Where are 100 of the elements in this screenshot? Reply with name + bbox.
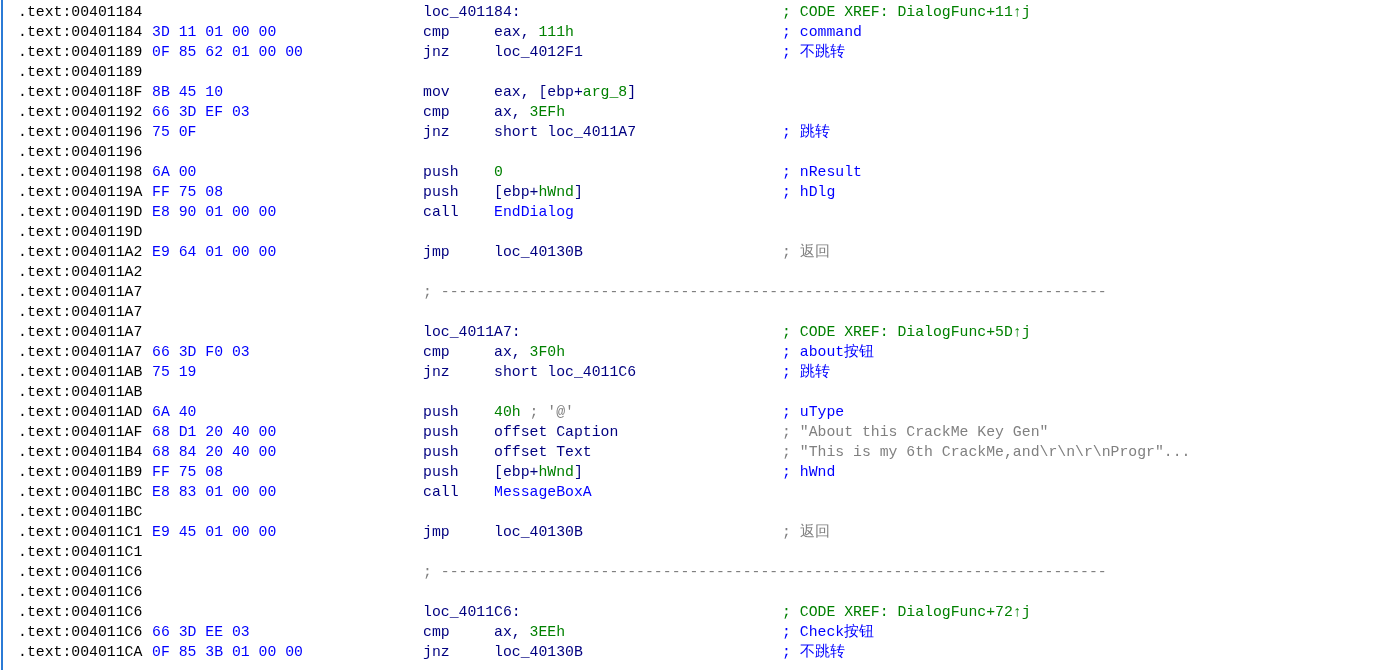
mnemonic-text: mov (423, 83, 451, 102)
opcode-bytes: 6A 40 (152, 403, 198, 422)
operand-text: 40h ; '@' (494, 403, 575, 422)
opcode-bytes: 0F 85 3B 01 00 00 (152, 643, 304, 662)
mnemonic-text: cmp (423, 23, 451, 42)
address-text: .text:00401184 (18, 23, 144, 42)
opcode-bytes: FF 75 08 (152, 183, 225, 202)
address-text: .text:004011AF (18, 423, 144, 442)
comment-text: ; uType (782, 403, 845, 422)
opcode-bytes: 75 0F (152, 123, 198, 142)
address-text: .text:0040118F (18, 83, 144, 102)
mnemonic-text: jnz (423, 123, 451, 142)
mnemonic-text: call (423, 203, 460, 222)
address-text: .text:00401189 (18, 43, 144, 62)
operand-text: loc_40130B (494, 523, 584, 542)
address-text: .text:004011C6 (18, 583, 144, 602)
mnemonic-text: jnz (423, 363, 451, 382)
operand-text: short loc_4011C6 (494, 363, 638, 382)
operand-text: loc_4012F1 (494, 43, 584, 62)
address-text: .text:004011AB (18, 383, 144, 402)
address-text: .text:004011C6 (18, 623, 144, 642)
operand-text: EndDialog (494, 203, 575, 222)
address-text: .text:004011C6 (18, 563, 144, 582)
address-text: .text:004011A2 (18, 243, 144, 262)
address-text: .text:004011BC (18, 503, 144, 522)
address-text: .text:004011CA (18, 643, 144, 662)
mnemonic-text: push (423, 423, 460, 442)
comment-text: ; 不跳转 (782, 642, 845, 662)
operand-text: short loc_4011A7 (494, 123, 638, 142)
separator-comment: ; --------------------------------------------------------------------------- (423, 283, 1107, 302)
address-text: .text:004011AB (18, 363, 144, 382)
operand-text: ax, 3EEh (494, 623, 567, 642)
opcode-bytes: 75 19 (152, 363, 198, 382)
address-text: .text:004011A7 (18, 283, 144, 302)
opcode-bytes: 68 84 20 40 00 (152, 443, 278, 462)
opcode-bytes: E8 90 01 00 00 (152, 203, 278, 222)
comment-text: ; CODE XREF: DialogFunc+11↑j (782, 3, 1031, 22)
operand-text: ax, 3EFh (494, 103, 567, 122)
comment-text: ; about按钮 (782, 343, 875, 362)
operand-text: loc_40130B (494, 243, 584, 262)
opcode-bytes: 8B 45 10 (152, 83, 225, 102)
address-text: .text:00401196 (18, 143, 144, 162)
opcode-bytes: 0F 85 62 01 00 00 (152, 43, 304, 62)
operand-text: offset Text (494, 443, 593, 462)
mnemonic-text: cmp (423, 103, 451, 122)
opcode-bytes: 6A 00 (152, 163, 198, 182)
address-text: .text:004011C1 (18, 543, 144, 562)
mnemonic-text: push (423, 463, 460, 482)
address-text: .text:00401198 (18, 163, 144, 182)
comment-text: ; "This is my 6th CrackMe,and\r\n\r\nProgr"... (782, 443, 1191, 462)
comment-text: ; hWnd (782, 463, 836, 482)
address-text: .text:0040119D (18, 223, 144, 242)
operand-text: ax, 3F0h (494, 343, 567, 362)
operand-text: eax, [ebp+arg_8] (494, 83, 638, 102)
opcode-bytes: E8 83 01 00 00 (152, 483, 278, 502)
address-text: .text:0040119D (18, 203, 144, 222)
mnemonic-text: call (423, 483, 460, 502)
address-text: .text:004011A7 (18, 303, 144, 322)
operand-text: [ebp+hWnd] (494, 463, 584, 482)
code-label: loc_401184: (423, 3, 522, 22)
opcode-bytes: 68 D1 20 40 00 (152, 423, 278, 442)
comment-text: ; 跳转 (782, 362, 830, 382)
comment-text: ; 返回 (782, 523, 830, 542)
comment-text: ; 返回 (782, 243, 830, 262)
opcode-bytes: 66 3D EE 03 (152, 623, 251, 642)
address-text: .text:004011C6 (18, 603, 144, 622)
comment-text: ; nResult (782, 163, 862, 182)
address-text: .text:0040119A (18, 183, 144, 202)
comment-text: ; 跳转 (782, 122, 830, 142)
opcode-bytes: E9 45 01 00 00 (152, 523, 278, 542)
operand-text: loc_40130B (494, 643, 584, 662)
mnemonic-text: jmp (423, 243, 451, 262)
separator-comment: ; --------------------------------------------------------------------------- (423, 563, 1107, 582)
address-text: .text:004011A7 (18, 323, 144, 342)
operand-text: MessageBoxA (494, 483, 593, 502)
operand-text: [ebp+hWnd] (494, 183, 584, 202)
code-label: loc_4011A7: (423, 323, 522, 342)
mnemonic-text: push (423, 443, 460, 462)
address-text: .text:004011B4 (18, 443, 144, 462)
address-text: .text:00401184 (18, 3, 144, 22)
address-text: .text:004011A7 (18, 343, 144, 362)
comment-text: ; command (782, 23, 862, 42)
mnemonic-text: jmp (423, 523, 451, 542)
opcode-bytes: 66 3D EF 03 (152, 103, 251, 122)
comment-text: ; CODE XREF: DialogFunc+5D↑j (782, 323, 1031, 342)
mnemonic-text: push (423, 403, 460, 422)
address-text: .text:00401196 (18, 123, 144, 142)
opcode-bytes: 66 3D F0 03 (152, 343, 251, 362)
mnemonic-text: push (423, 163, 460, 182)
comment-text: ; hDlg (782, 183, 836, 202)
mnemonic-text: jnz (423, 43, 451, 62)
address-text: .text:004011AD (18, 403, 144, 422)
opcode-bytes: E9 64 01 00 00 (152, 243, 278, 262)
address-text: .text:004011BC (18, 483, 144, 502)
address-text: .text:00401192 (18, 103, 144, 122)
operand-text: offset Caption (494, 423, 620, 442)
mnemonic-text: cmp (423, 623, 451, 642)
mnemonic-text: cmp (423, 343, 451, 362)
comment-text: ; 不跳转 (782, 42, 845, 62)
mnemonic-text: push (423, 183, 460, 202)
